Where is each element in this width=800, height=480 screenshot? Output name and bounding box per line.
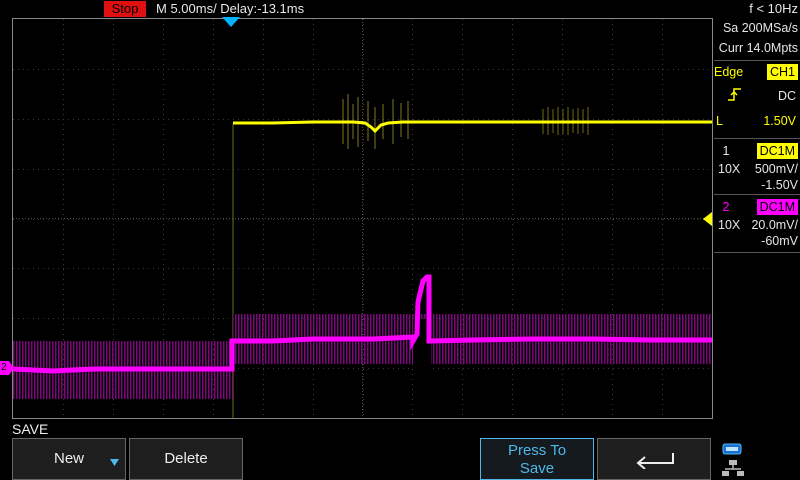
menu-title: SAVE xyxy=(12,421,49,437)
ch2-settings[interactable]: 2 DC1M 10X 20.0mV/ -60mV xyxy=(714,196,800,252)
ch2-number: 2 xyxy=(722,200,730,214)
empty-softkey-3 xyxy=(246,438,360,480)
trigger-coupling: DC xyxy=(777,89,796,103)
ch1-trace xyxy=(232,94,712,418)
empty-softkey-4 xyxy=(363,438,477,480)
back-button[interactable] xyxy=(597,438,711,480)
ch1-scale: 500mV/ xyxy=(754,162,798,176)
trigger-level: 1.50V xyxy=(763,114,796,128)
ch2-offset: -60mV xyxy=(761,234,798,248)
frequency-counter: f < 10Hz xyxy=(749,1,798,16)
trigger-settings[interactable]: Edge CH1 DC L 1.50V xyxy=(714,62,800,142)
waveform-svg xyxy=(13,19,712,418)
return-arrow-icon xyxy=(636,453,674,469)
new-button[interactable]: New xyxy=(12,438,126,480)
sample-rate: Sa 200MSa/s xyxy=(722,21,798,35)
trigger-position-marker[interactable] xyxy=(222,17,240,28)
network-icon xyxy=(722,460,744,476)
ch1-settings[interactable]: 1 DC1M 10X 500mV/ -1.50V xyxy=(714,140,800,194)
trigger-level-label: L xyxy=(716,114,723,128)
trigger-source: CH1 xyxy=(766,64,798,80)
chevron-down-icon xyxy=(110,459,119,466)
press-to-save-button[interactable]: Press To Save xyxy=(480,438,594,480)
trigger-level-marker[interactable] xyxy=(703,212,712,226)
timebase-readout: M 5.00ms/ Delay:-13.1ms xyxy=(156,1,305,16)
ch2-coupling: DC1M xyxy=(756,199,798,215)
ch2-probe: 10X xyxy=(718,218,741,232)
memory-depth: Curr 14.0Mpts xyxy=(718,41,798,55)
run-stop-badge[interactable]: Stop xyxy=(104,1,146,17)
ch1-offset: -1.50V xyxy=(761,178,798,192)
ch1-coupling: DC1M xyxy=(756,143,798,159)
ch1-probe: 10X xyxy=(718,162,741,176)
rising-edge-icon xyxy=(728,88,741,101)
ch2-scale: 20.0mV/ xyxy=(751,218,798,232)
ch2-ground-marker[interactable]: 2 xyxy=(0,361,14,375)
usb-icon xyxy=(722,443,742,455)
waveform-display[interactable] xyxy=(12,18,713,419)
trigger-type: Edge xyxy=(714,65,744,79)
ch1-number: 1 xyxy=(722,144,730,158)
delete-button[interactable]: Delete xyxy=(129,438,243,480)
